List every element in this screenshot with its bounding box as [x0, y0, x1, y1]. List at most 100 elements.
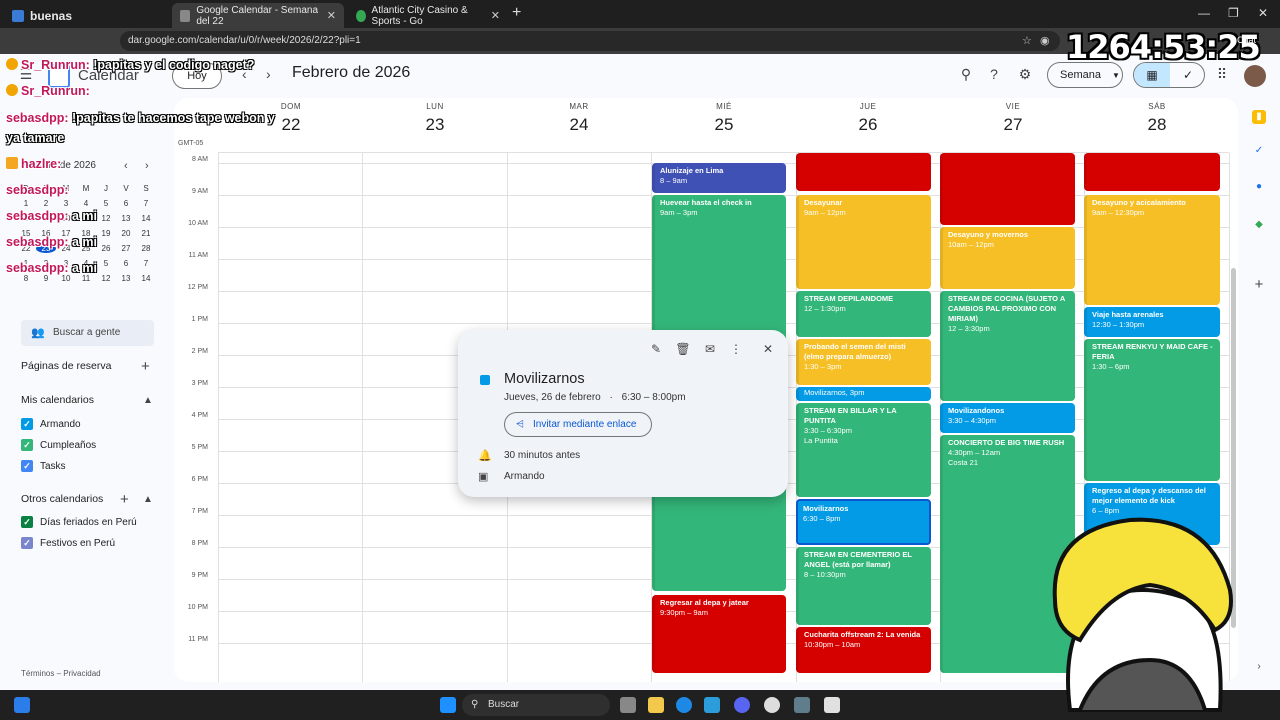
more-options-icon[interactable]: ⋮ [727, 342, 745, 356]
calendar-item-tasks[interactable]: ✓ Tasks [21, 459, 66, 473]
account-avatar[interactable] [1244, 65, 1266, 87]
discord-icon[interactable] [734, 697, 750, 713]
keep-icon[interactable]: ▮ [1252, 110, 1266, 124]
mini-day[interactable]: 1 [16, 199, 36, 208]
mini-day[interactable]: 7 [136, 199, 156, 208]
start-windows-icon[interactable] [440, 697, 456, 713]
people-search[interactable]: 👥 Buscar a gente [21, 320, 154, 346]
day-header-mon[interactable]: LUN 23 [363, 102, 507, 135]
tasks-icon[interactable]: ✓ [1252, 144, 1266, 158]
checkbox-icon[interactable]: ✓ [21, 537, 33, 549]
calendar-item-armando[interactable]: ✓ Armando [21, 417, 81, 431]
mini-day[interactable]: 9 [36, 274, 56, 283]
calendar-view-icon[interactable]: ▦ [1134, 63, 1170, 87]
add-addon-icon[interactable]: + [1252, 277, 1266, 292]
event-stream-renkyu[interactable]: STREAM RENKYU Y MAID CAFE - FERIA 1:30 – … [1084, 339, 1220, 481]
event-probando[interactable]: Probando el semen del misti (elmo prepar… [796, 339, 931, 385]
mini-next-icon[interactable]: › [145, 160, 149, 172]
mini-day[interactable]: 21 [136, 229, 156, 238]
event-stream-depilandome[interactable]: STREAM DEPILANDOME 12 – 1:30pm [796, 291, 931, 337]
search-icon[interactable]: ⚲ [956, 66, 976, 83]
event-desayunar[interactable]: Desayunar 9am – 12pm [796, 195, 931, 289]
minimize-icon[interactable]: — [1198, 6, 1210, 20]
mini-day[interactable]: 11 [76, 274, 96, 283]
new-tab-button[interactable]: + [512, 4, 521, 22]
mini-day[interactable]: 6 [116, 259, 136, 268]
close-window-icon[interactable]: ✕ [1258, 6, 1268, 20]
file-explorer-icon[interactable] [648, 697, 664, 713]
add-other-calendar-icon[interactable]: + [120, 492, 129, 507]
event-movilizandonos[interactable]: Movilizandonos 3:30 – 4:30pm [940, 403, 1075, 433]
day-header-tue[interactable]: MAR 24 [507, 102, 651, 135]
mini-prev-icon[interactable]: ‹ [124, 160, 128, 172]
extension-icon[interactable]: ◉ [1040, 34, 1050, 47]
next-week-icon[interactable]: › [266, 66, 271, 82]
event-fri-early[interactable] [940, 153, 1075, 225]
mini-day[interactable]: 6 [116, 199, 136, 208]
tab-buenas[interactable]: buenas [4, 3, 172, 28]
maps-icon[interactable]: ◆ [1252, 218, 1266, 232]
event-stream-cementerio[interactable]: STREAM EN CEMENTERIO EL ANGEL (está por … [796, 547, 931, 625]
mini-day[interactable]: 13 [116, 274, 136, 283]
mini-day[interactable]: 13 [116, 214, 136, 223]
contacts-icon[interactable]: ● [1252, 180, 1266, 194]
event-movilizarnos-3pm[interactable]: Movilizarnos, 3pm [796, 387, 931, 401]
mini-day[interactable]: 12 [96, 214, 116, 223]
day-header-thu[interactable]: JUE 26 [796, 102, 940, 135]
mini-day[interactable]: 2 [36, 199, 56, 208]
day-header-fri[interactable]: VIE 27 [941, 102, 1085, 135]
event-stream-billar[interactable]: STREAM EN BILLAR Y LA PUNTITA 3:30 – 6:30… [796, 403, 931, 497]
chat-label[interactable]: Chat [1237, 35, 1256, 45]
edit-pencil-icon[interactable]: ✎ [647, 342, 665, 356]
event-sat-desayuno[interactable]: Desayuno y acicalamiento 9am – 12:30pm [1084, 195, 1220, 305]
event-movilizarnos-selected[interactable]: Movilizarnos 6:30 – 8pm [796, 499, 931, 545]
settings-gear-icon[interactable]: ⚙ [1015, 66, 1035, 83]
my-calendars-heading[interactable]: Mis calendarios [21, 394, 94, 406]
invite-link-button[interactable]: ⩤ Invitar mediante enlace [504, 412, 652, 437]
event-alunizaje[interactable]: Alunizaje en Lima 8 – 9am [652, 163, 786, 193]
mini-day[interactable]: 14 [136, 274, 156, 283]
edge-browser-icon[interactable] [676, 697, 692, 713]
mini-day[interactable]: 5 [96, 199, 116, 208]
day-header-sat[interactable]: SÁB 28 [1085, 102, 1229, 135]
email-icon[interactable]: ✉ [701, 342, 719, 356]
day-header-wed[interactable]: MIÉ 25 [652, 102, 796, 135]
mini-day[interactable]: 4 [76, 199, 96, 208]
taskbar-search[interactable]: ⚲ Buscar [462, 694, 610, 716]
tab-google-calendar[interactable]: Google Calendar - Semana del 22 ✕ [172, 3, 344, 28]
event-sat-early[interactable] [1084, 153, 1220, 191]
mini-day[interactable]: 20 [116, 229, 136, 238]
collapse-caret-icon[interactable]: ▲ [143, 395, 153, 406]
tab-atlantic-city[interactable]: Atlantic City Casino & Sports - Go ✕ [348, 3, 508, 28]
expand-panel-icon[interactable]: › [1252, 660, 1266, 674]
calendar-item-festivos[interactable]: ✓ Festivos en Perú [21, 536, 115, 550]
collapse-caret-icon[interactable]: ▲ [143, 494, 153, 505]
restore-icon[interactable]: ❐ [1228, 6, 1239, 20]
mini-day[interactable]: 10 [56, 274, 76, 283]
event-viaje-arenales[interactable]: Viaje hasta arenales 12:30 – 1:30pm [1084, 307, 1220, 337]
bookmark-star-icon[interactable]: ☆ [1022, 34, 1032, 47]
chrome-icon[interactable] [764, 697, 780, 713]
widgets-icon[interactable] [14, 697, 30, 713]
add-booking-page-icon[interactable]: + [141, 359, 150, 374]
mini-day[interactable]: 28 [136, 244, 156, 253]
mini-day[interactable]: 27 [116, 244, 136, 253]
mini-day[interactable]: 12 [96, 274, 116, 283]
close-icon[interactable]: ✕ [759, 342, 777, 356]
calendar-item-feriados[interactable]: ✓ Días feriados en Perú [21, 515, 137, 529]
checkbox-icon[interactable]: ✓ [21, 460, 33, 472]
close-tab-icon[interactable]: ✕ [327, 9, 336, 22]
help-icon[interactable]: ? [984, 66, 1004, 82]
checkbox-icon[interactable]: ✓ [21, 516, 33, 528]
task-view-icon[interactable] [620, 697, 636, 713]
close-tab-icon[interactable]: ✕ [491, 9, 500, 22]
mini-day[interactable]: 5 [96, 259, 116, 268]
calendar-item-cumpleanos[interactable]: ✓ Cumpleaños [21, 438, 96, 452]
checkbox-icon[interactable]: ✓ [21, 418, 33, 430]
event-thu-early[interactable] [796, 153, 931, 191]
mini-day[interactable]: 14 [136, 214, 156, 223]
other-calendars-heading[interactable]: Otros calendarios [21, 493, 103, 505]
apps-grid-icon[interactable]: ⠿ [1212, 66, 1232, 83]
event-stream-cocina[interactable]: STREAM DE COCINA (SUJETO A CAMBIOS PAL P… [940, 291, 1075, 401]
delete-trash-icon[interactable]: 🗑 [674, 342, 692, 356]
